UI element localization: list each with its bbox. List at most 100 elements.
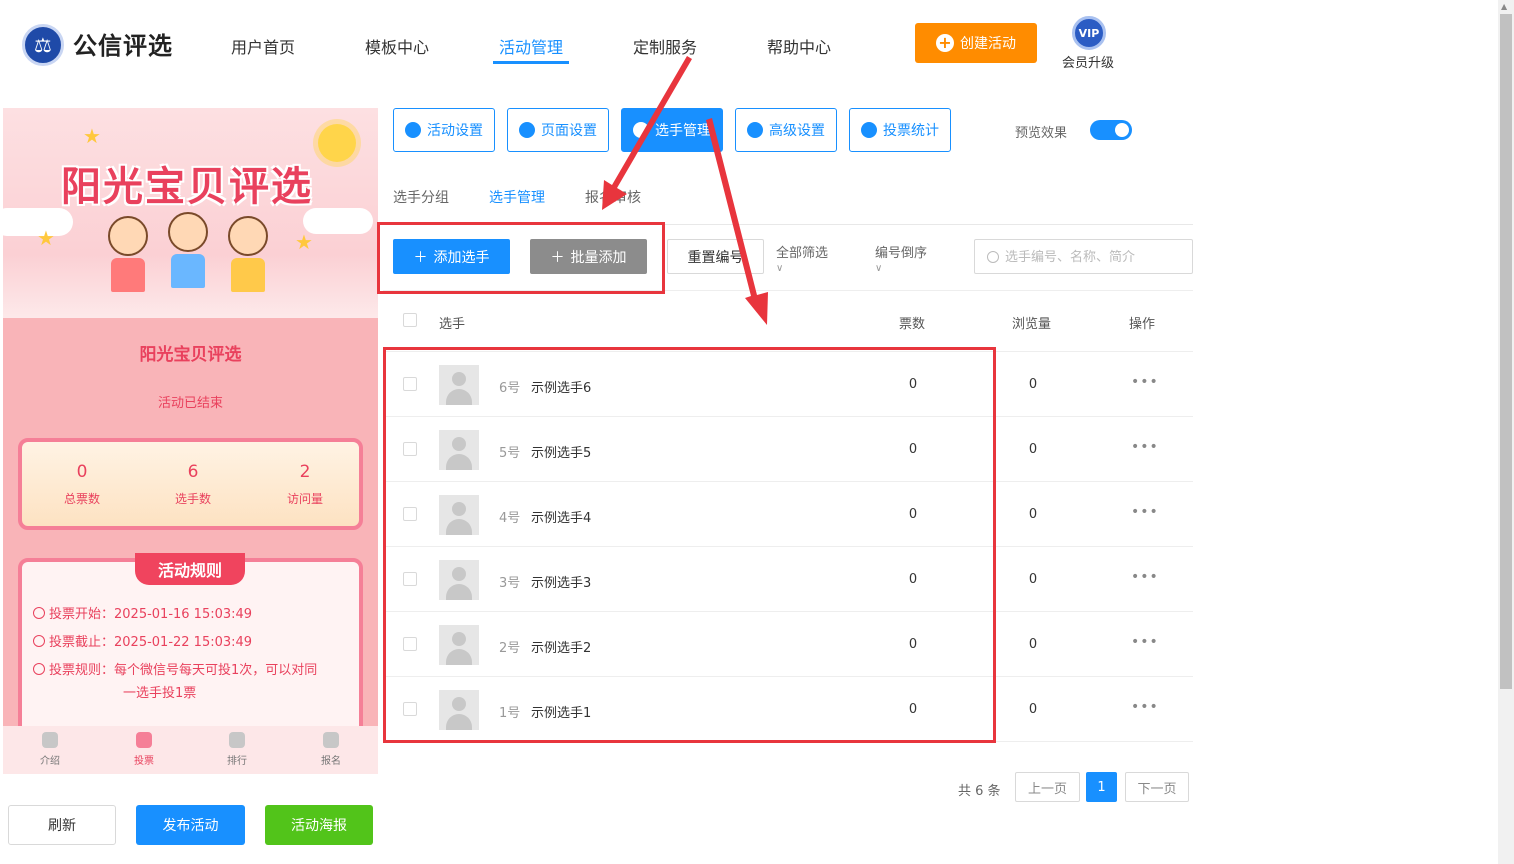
preview-tab-signup[interactable]: 报名 [301,732,361,767]
tab-label: 排行 [227,756,247,767]
preview-tab-intro[interactable]: 介绍 [20,732,80,767]
rule-text: 投票开始：2025-01-16 15:03:49 [49,607,253,622]
button-label: 高级设置 [769,123,825,139]
rules-card [18,558,363,748]
more-actions-icon[interactable]: ••• [1131,699,1159,715]
logo-text[interactable]: 公信评选 [73,26,173,61]
tab-player-groups[interactable]: 选手分组 [393,187,449,207]
header-player: 选手 [439,317,466,332]
more-actions-icon[interactable]: ••• [1131,634,1159,650]
activity-settings-button[interactable]: 活动设置 [393,108,495,152]
more-actions-icon[interactable]: ••• [1131,439,1159,455]
prev-page-button[interactable]: 上一页 [1015,772,1080,802]
button-label: 投票统计 [883,123,939,139]
scrollbar-thumb[interactable] [1500,14,1512,689]
nav-templates[interactable]: 模板中心 [365,34,429,58]
player-views: 0 [1028,507,1038,522]
rules-title: 活动规则 [135,553,245,585]
dropdown-label: 编号倒序 [875,246,928,261]
top-navbar: ⚖ 公信评选 用户首页 模板中心 活动管理 定制服务 帮助中心 + 创建活动 V… [0,0,1498,90]
activity-poster-button[interactable]: 活动海报 [265,805,373,845]
page-1-button[interactable]: 1 [1086,772,1117,802]
nav-help[interactable]: 帮助中心 [767,34,831,58]
rule-end: 投票截止：2025-01-22 15:03:49 [33,631,252,650]
cloud-decoration [303,208,373,234]
clock-icon [33,607,45,619]
tab-label: 介绍 [40,756,60,767]
rule-policy: 投票规则：每个微信号每天可投1次，可以对同 [33,659,317,678]
signup-icon [323,732,339,748]
rule-text: 投票规则：每个微信号每天可投1次，可以对同 [49,663,318,678]
stat-players: 6 选手数 [143,462,243,507]
preview-title: 阳光宝贝评选 [139,345,242,365]
more-actions-icon[interactable]: ••• [1131,504,1159,520]
header-ops: 操作 [1129,317,1156,332]
search-box[interactable] [974,239,1193,274]
advanced-settings-button[interactable]: 高级设置 [735,108,837,152]
player-views: 0 [1028,442,1038,457]
filter-dropdown[interactable]: 全部筛选 ∨ [776,242,828,274]
annotation-box-player-list [383,347,996,743]
chevron-down-icon: ∨ [776,263,784,274]
tab-player-management[interactable]: 选手管理 [489,187,545,207]
player-views: 0 [1028,637,1038,652]
sort-dropdown[interactable]: 编号倒序 ∨ [875,242,927,274]
kid-illustration [165,212,211,290]
nav-active-underline [493,61,569,64]
vip-upgrade-link[interactable]: 会员升级 [1062,52,1114,71]
star-circle-icon [405,122,421,138]
annotation-box-actions [377,222,665,294]
more-actions-icon[interactable]: ••• [1131,374,1159,390]
header-votes: 票数 [899,317,926,332]
reset-numbers-button[interactable]: 重置编号 [667,239,764,274]
preview-effect-label: 预览效果 [1015,126,1068,141]
preview-tabbar: 介绍 投票 排行 报名 [3,726,378,774]
gear-icon [519,122,535,138]
stat-visits: 2 访问量 [255,462,355,507]
button-label: 选手管理 [655,123,711,139]
player-management-button[interactable]: 选手管理 [621,108,723,152]
bar-chart-icon [861,122,877,138]
tab-signup-review[interactable]: 报名审核 [585,187,641,207]
scroll-up-arrow-icon[interactable]: ▲ [1501,2,1507,11]
pager-total: 共 6 条 [958,784,1001,799]
stat-label: 总票数 [63,492,100,506]
nav-activity-management[interactable]: 活动管理 [499,34,563,58]
sliders-icon [747,122,763,138]
refresh-button[interactable]: 刷新 [8,805,116,845]
logo-icon[interactable]: ⚖ [22,24,64,66]
nav-custom-service[interactable]: 定制服务 [633,34,697,58]
preview-banner: ★ ★ ★ 阳光宝贝评选 [3,108,378,318]
kid-illustration [225,216,271,294]
button-label: 页面设置 [541,123,597,139]
create-activity-label: 创建活动 [960,36,1016,52]
page-settings-button[interactable]: 页面设置 [507,108,609,152]
header-views: 浏览量 [1012,317,1052,332]
banner-title: 阳光宝贝评选 [61,164,313,210]
dropdown-label: 全部筛选 [776,246,829,261]
vip-icon[interactable]: VIP [1072,16,1106,50]
stat-total-votes: 0 总票数 [32,462,132,507]
preview-effect-toggle[interactable] [1090,120,1132,140]
publish-activity-button[interactable]: 发布活动 [136,805,245,845]
nav-home[interactable]: 用户首页 [231,34,295,58]
create-activity-button[interactable]: + 创建活动 [915,23,1037,63]
search-input[interactable] [1005,246,1185,268]
preview-tab-vote[interactable]: 投票 [114,732,174,767]
more-actions-icon[interactable]: ••• [1131,569,1159,585]
vote-statistics-button[interactable]: 投票统计 [849,108,951,152]
preview-tab-rank[interactable]: 排行 [207,732,267,767]
stat-label: 选手数 [174,492,211,506]
player-views: 0 [1028,572,1038,587]
plus-circle-icon: + [936,34,954,52]
mobile-preview: ★ ★ ★ 阳光宝贝评选 阳光宝贝评选 活动已结束 0 总票数 6 选手数 2 … [3,108,378,774]
next-page-button[interactable]: 下一页 [1125,772,1189,802]
rule-start: 投票开始：2025-01-16 15:03:49 [33,603,252,622]
star-icon: ★ [83,124,101,148]
player-views: 0 [1028,377,1038,392]
preview-status: 活动已结束 [157,396,223,411]
search-icon [987,251,999,263]
rank-icon [229,732,245,748]
select-all-checkbox[interactable] [403,313,417,327]
users-icon [633,122,649,138]
